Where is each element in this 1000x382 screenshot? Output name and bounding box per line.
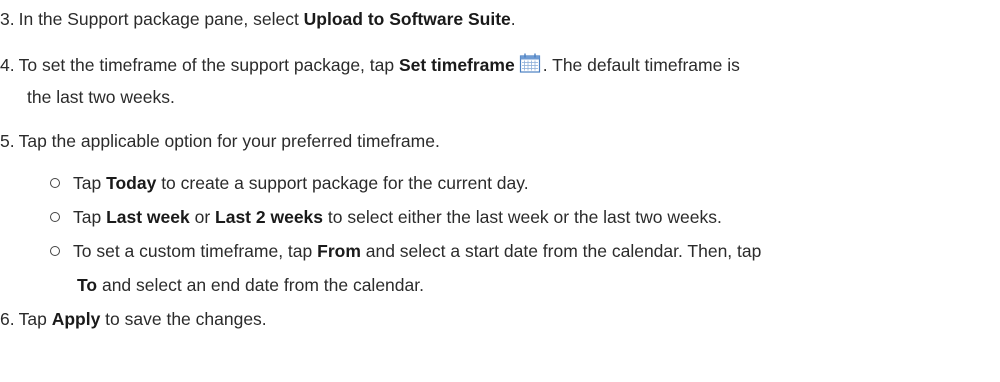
step-number: 4. xyxy=(0,55,15,75)
bullet-text: Tap xyxy=(73,207,107,227)
step-4-continuation: the last two weeks. xyxy=(27,87,175,107)
step-number: 6. xyxy=(0,309,15,329)
bullet-bold-term: Last 2 weeks xyxy=(215,207,324,227)
step-number: 5. xyxy=(0,131,15,151)
bullet-text-mid: and select a start date from the calenda… xyxy=(360,241,762,261)
step-text: To set the timeframe of the support pack… xyxy=(18,55,399,75)
step-bold-term: Apply xyxy=(51,309,101,329)
bullet-custom-timeframe: To set a custom timeframe, tap From and … xyxy=(50,240,761,262)
bullet-text: To set a custom timeframe, tap xyxy=(73,241,318,261)
step-3: 3. In the Support package pane, select Up… xyxy=(0,8,516,30)
bullet-bold-term: Today xyxy=(106,173,157,193)
step-5: 5. Tap the applicable option for your pre… xyxy=(0,130,440,152)
instructions-document: 3. In the Support package pane, select Up… xyxy=(0,0,1000,382)
step-bold-term: Upload to Software Suite xyxy=(303,9,511,29)
bullet-bold-term: Last week xyxy=(106,207,190,227)
bullet-bold-term: To xyxy=(77,275,98,295)
step-text-end: to save the changes. xyxy=(100,309,267,329)
step-6: 6. Tap Apply to save the changes. xyxy=(0,308,267,330)
bullet-last-week: Tap Last week or Last 2 weeks to select … xyxy=(50,206,722,228)
bullet-text-end: and select an end date from the calendar… xyxy=(97,275,424,295)
step-text: Tap the applicable option for your prefe… xyxy=(18,131,440,151)
step-text: In the Support package pane, select xyxy=(18,9,304,29)
bullet-today: Tap Today to create a support package fo… xyxy=(50,172,529,194)
bullet-text-mid: or xyxy=(189,207,216,227)
step-bold-term: Set timeframe xyxy=(398,55,515,75)
bullet-custom-timeframe-continuation: To and select an end date from the calen… xyxy=(77,274,424,296)
step-number: 3. xyxy=(0,9,15,29)
bullet-circle-icon xyxy=(50,246,60,256)
calendar-icon xyxy=(519,52,541,79)
bullet-circle-icon xyxy=(50,212,60,222)
bullet-text: Tap xyxy=(73,173,107,193)
step-text: Tap xyxy=(18,309,52,329)
bullet-circle-icon xyxy=(50,178,60,188)
bullet-text-end: to select either the last week or the la… xyxy=(323,207,722,227)
bullet-text-end: to create a support package for the curr… xyxy=(156,173,529,193)
step-text-end: . xyxy=(510,9,516,29)
step-text-end: . The default timeframe is xyxy=(542,55,740,75)
bullet-bold-term: From xyxy=(317,241,361,261)
step-4: 4. To set the timeframe of the support pa… xyxy=(0,52,740,79)
